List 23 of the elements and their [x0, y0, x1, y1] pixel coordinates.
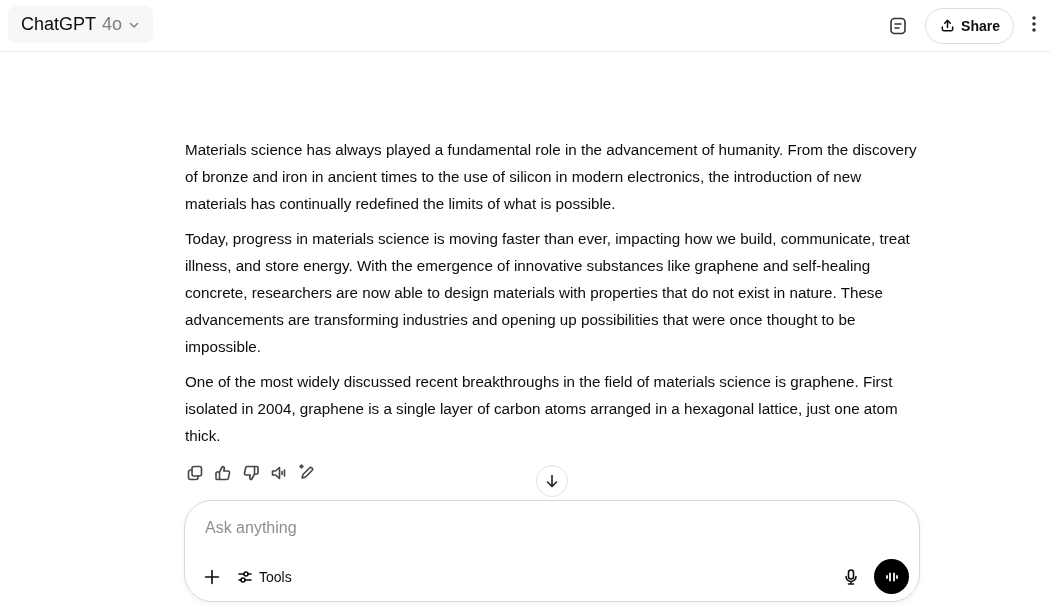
thumbs-down-icon: [242, 464, 260, 482]
thumbs-up-icon: [214, 464, 232, 482]
sliders-icon: [237, 568, 253, 585]
more-icon: [1032, 16, 1036, 32]
model-name: ChatGPT: [21, 14, 97, 35]
scroll-down-button[interactable]: [536, 465, 568, 497]
magic-pencil-icon: [298, 464, 316, 482]
message-paragraph: Today, progress in materials science is moving faster than ever, impacting how we build, communicate, treat illness, and store energy. With the emergence of innovative substances like graphene and self-healing concrete, researchers are now able to design materials with properties that do not exist in nature. These advancements are transforming industries and opening up possibilities that were once thought to be impossible.: [185, 229, 911, 357]
document-icon: [888, 15, 909, 36]
copy-icon: [186, 464, 204, 482]
share-button[interactable]: Share: [925, 7, 1014, 44]
model-version: 4o: [102, 14, 123, 35]
model-selector[interactable]: ChatGPT 4o: [8, 6, 154, 43]
notes-button[interactable]: [888, 15, 909, 36]
message-paragraph: One of the most widely discussed recent breakthroughs in the field of materials science is graphene. First isolated in 2004, graphene is a single layer of carbon atoms arranged in a hexagonal lattice, just one atom thick.: [185, 372, 899, 446]
message-paragraph: Materials science has always played a fundamental role in the advancement of humanity. From the discovery of bronze and iron in ancient times to the use of silicon in modern electronics, the introduction of new materials has continually redefined the limits of what is possible.: [185, 140, 918, 214]
voice-mode-button[interactable]: [874, 559, 909, 594]
tools-button[interactable]: Tools: [229, 564, 300, 589]
arrow-down-icon: [544, 473, 560, 489]
plus-icon: [203, 567, 221, 586]
microphone-icon: [842, 567, 860, 586]
upload-icon: [940, 18, 956, 33]
speaker-icon: [270, 464, 288, 482]
